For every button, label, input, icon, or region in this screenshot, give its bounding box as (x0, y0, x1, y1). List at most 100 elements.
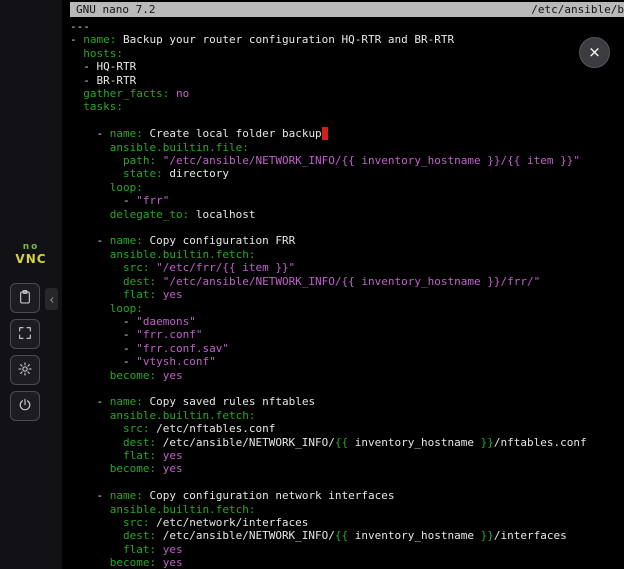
code-segment: flat: (123, 543, 156, 556)
code-segment: become: (110, 462, 156, 475)
fullscreen-button[interactable] (10, 319, 40, 349)
code-segment (70, 288, 123, 301)
code-segment (156, 369, 163, 382)
editor-line: loop: (70, 302, 624, 315)
editor-line: - name: Copy configuration FRR (70, 234, 624, 247)
code-segment: flat: (123, 449, 156, 462)
code-segment (70, 369, 110, 382)
code-segment: /etc/nftables.conf (149, 422, 275, 435)
code-segment: "frr.conf" (136, 328, 202, 341)
code-segment (156, 543, 163, 556)
sidebar-buttons (10, 283, 40, 421)
editor-line: - name: Copy configuration network inter… (70, 489, 624, 502)
code-segment: - (70, 328, 136, 341)
code-segment (70, 449, 123, 462)
code-segment: {{ (335, 529, 348, 542)
code-segment (156, 288, 163, 301)
code-segment (70, 181, 110, 194)
editor-line: delegate_to: localhost (70, 208, 624, 221)
code-segment: - (70, 194, 136, 207)
code-segment: "frr.conf.sav" (136, 342, 229, 355)
code-segment: loop: (110, 302, 143, 315)
editor-line: - "frr.conf.sav" (70, 342, 624, 355)
nano-terminal[interactable]: GNU nano 7.2 /etc/ansible/b ---- name: B… (62, 0, 624, 569)
settings-button[interactable] (10, 355, 40, 385)
editor-line (70, 221, 624, 234)
power-button[interactable] (10, 391, 40, 421)
code-segment: path: (123, 154, 156, 167)
code-segment: ansible.builtin.file: (110, 141, 249, 154)
novnc-logo-bottom: VNC (0, 253, 62, 266)
editor-lines: ---- name: Backup your router configurat… (70, 20, 624, 569)
power-icon (17, 397, 33, 416)
code-segment: yes (163, 556, 183, 569)
nano-version: GNU nano 7.2 (76, 3, 155, 16)
editor-line: - "frr.conf" (70, 328, 624, 341)
vnc-control-bar: no VNC (0, 0, 62, 569)
code-segment (70, 529, 123, 542)
code-segment: /etc/ansible/NETWORK_INFO/ (156, 436, 335, 449)
editor-line: dest: "/etc/ansible/NETWORK_INFO/{{ inve… (70, 275, 624, 288)
editor-line: flat: yes (70, 449, 624, 462)
text-cursor (322, 127, 329, 140)
editor-line (70, 382, 624, 395)
code-segment: gather_facts: (83, 87, 169, 100)
fullscreen-icon (17, 325, 33, 344)
editor-line: flat: yes (70, 543, 624, 556)
code-segment: inventory_hostname (348, 436, 480, 449)
chevron-left-icon (48, 290, 56, 309)
code-segment: yes (163, 369, 183, 382)
editor-line: ansible.builtin.file: (70, 141, 624, 154)
code-segment (70, 409, 110, 422)
clipboard-icon (17, 289, 33, 308)
code-segment (70, 556, 110, 569)
editor-line: dest: /etc/ansible/NETWORK_INFO/{{ inven… (70, 529, 624, 542)
clipboard-button[interactable] (10, 283, 40, 313)
editor-line: - name: Create local folder backup (70, 127, 624, 140)
code-segment (70, 154, 123, 167)
code-segment (156, 275, 163, 288)
editor-line (70, 476, 624, 489)
code-segment: /etc/network/interfaces (149, 516, 308, 529)
code-segment: become: (110, 369, 156, 382)
code-segment (156, 556, 163, 569)
editor-line: - name: Backup your router configuration… (70, 33, 624, 46)
code-segment: tasks: (83, 100, 123, 113)
code-segment: dest: (123, 529, 156, 542)
code-segment: - (70, 342, 136, 355)
code-segment: localhost (189, 208, 255, 221)
code-segment: loop: (110, 181, 143, 194)
code-segment: ansible.builtin.fetch: (110, 409, 256, 422)
code-segment: "/etc/ansible/NETWORK_INFO/{{ inventory_… (163, 154, 580, 167)
editor-line: - "frr" (70, 194, 624, 207)
code-segment (70, 543, 123, 556)
code-segment (156, 449, 163, 462)
nano-file-path: /etc/ansible/b (531, 3, 624, 16)
code-segment: - BR-RTR (70, 74, 136, 87)
code-segment: name: (110, 234, 143, 247)
code-segment: flat: (123, 288, 156, 301)
code-segment: "/etc/frr/{{ item }}" (156, 261, 295, 274)
code-segment: Copy configuration FRR (143, 234, 295, 247)
editor-line: dest: /etc/ansible/NETWORK_INFO/{{ inven… (70, 436, 624, 449)
code-segment (70, 503, 110, 516)
code-segment: --- (70, 20, 90, 33)
close-button[interactable]: × (579, 37, 610, 68)
code-segment: }} (481, 529, 494, 542)
code-segment (70, 208, 110, 221)
code-segment: ansible.builtin.fetch: (110, 248, 256, 261)
editor-line: become: yes (70, 462, 624, 475)
close-icon: × (588, 45, 601, 60)
code-segment: name: (83, 33, 116, 46)
code-segment: hosts: (83, 47, 123, 60)
editor-line: ansible.builtin.fetch: (70, 503, 624, 516)
code-segment: Copy saved rules nftables (143, 395, 315, 408)
novnc-logo: no VNC (0, 243, 62, 266)
gear-icon (17, 361, 33, 380)
editor-line: --- (70, 20, 624, 33)
code-segment: "frr" (136, 194, 169, 207)
editor-line: become: yes (70, 369, 624, 382)
control-bar-handle[interactable] (45, 288, 58, 310)
editor-line: path: "/etc/ansible/NETWORK_INFO/{{ inve… (70, 154, 624, 167)
code-segment: inventory_hostname (348, 529, 480, 542)
